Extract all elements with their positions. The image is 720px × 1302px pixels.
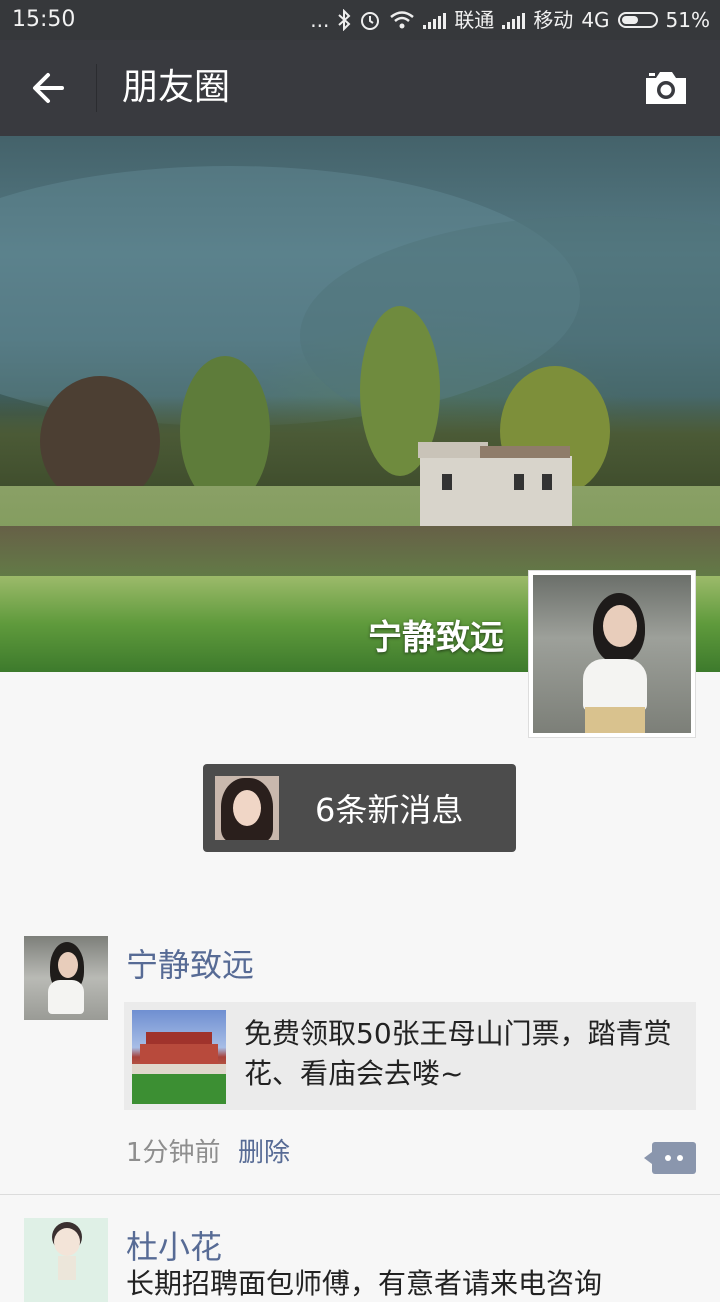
status-bar: 15:50 ... 联通 移动 4G 51% [0, 0, 720, 40]
carrier-1: 联通 [454, 8, 495, 32]
title-bar: 朋友圈 [0, 40, 720, 136]
profile-avatar[interactable] [528, 570, 696, 738]
post-author-name[interactable]: 宁静致远 [126, 940, 254, 986]
post-avatar[interactable] [24, 1218, 108, 1302]
battery-icon [617, 12, 658, 28]
carrier-2: 移动 [533, 8, 574, 32]
message-sender-avatar [215, 776, 279, 840]
shared-link-text: 免费领取50张王母山门票，踏青赏花、看庙会去喽~ [244, 1017, 672, 1090]
status-time: 15:50 [12, 7, 76, 32]
title-divider [96, 64, 97, 112]
page-title: 朋友圈 [122, 67, 231, 108]
post-text: 长期招聘面包师傅，有意者请来电咨询 [126, 1267, 603, 1300]
comment-menu-icon[interactable] [644, 1142, 696, 1174]
wifi-icon [390, 11, 415, 29]
more-dots: ... [310, 8, 330, 32]
post-avatar[interactable] [24, 936, 108, 1020]
cover-tree [180, 356, 270, 506]
post-divider [0, 1194, 720, 1195]
profile-avatar-image [533, 575, 691, 733]
shared-link-thumbnail [132, 1010, 226, 1104]
cover-house [418, 442, 572, 526]
signal-icon-2 [502, 11, 526, 29]
cover-username: 宁静致远 [368, 618, 504, 658]
alarm-icon [361, 12, 380, 30]
post-time: 1分钟前 [126, 1138, 221, 1168]
arrow-left-icon[interactable] [28, 66, 72, 110]
network-type: 4G [581, 8, 610, 32]
signal-icon-1 [423, 11, 447, 29]
delete-post-link[interactable]: 删除 [238, 1132, 290, 1169]
shared-link-card[interactable]: 免费领取50张王母山门票，踏青赏花、看庙会去喽~ [124, 1002, 696, 1110]
new-messages-label: 6条新消息 [315, 791, 464, 829]
bluetooth-icon [338, 9, 351, 31]
new-messages-button[interactable]: 6条新消息 [203, 764, 516, 852]
status-icons: ... 联通 移动 4G 51% [310, 6, 710, 34]
battery-percent: 51% [665, 8, 710, 32]
camera-icon[interactable] [642, 68, 690, 108]
